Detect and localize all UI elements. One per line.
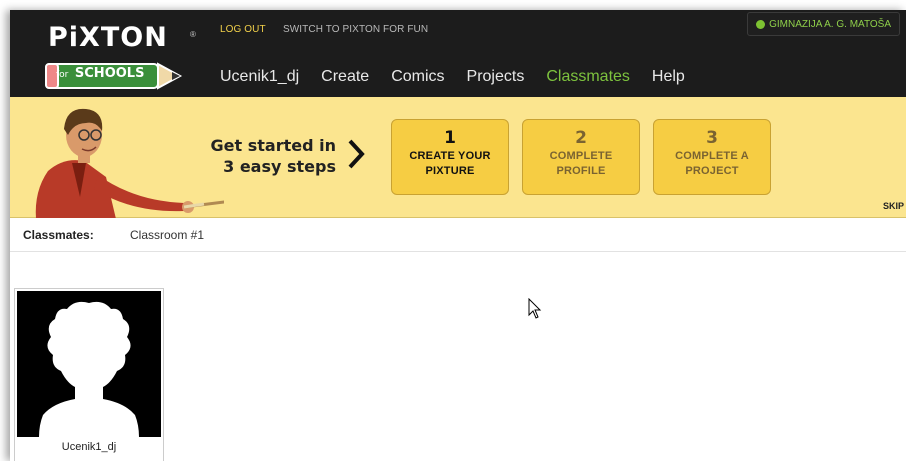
step-create-pixture-button[interactable]: 1 CREATE YOUR PIXTURE (391, 119, 509, 195)
classmates-bar: Classmates: Classroom #1 (10, 218, 906, 252)
mouse-cursor-icon (528, 298, 542, 319)
logo-registered-mark: ® (190, 30, 196, 39)
step-complete-profile-button[interactable]: 2 COMPLETE PROFILE (522, 119, 640, 195)
student-name: Ucenik1_dj (61, 441, 117, 453)
step-label-line2: PROFILE (556, 165, 606, 177)
nav-item-help[interactable]: Help (652, 68, 685, 86)
apple-icon (756, 19, 766, 29)
school-badge[interactable]: GIMNAZIJA A. G. MATOŠA (747, 12, 900, 36)
nav-item-profile[interactable]: Ucenik1_dj (220, 68, 299, 86)
step-number: 3 (706, 128, 718, 148)
default-avatar-silhouette (17, 291, 161, 437)
classroom-link[interactable]: Classroom #1 (130, 228, 204, 242)
nav-item-create[interactable]: Create (321, 68, 369, 86)
step-number: 2 (575, 128, 587, 148)
skip-link[interactable]: SKIP (883, 201, 904, 211)
chevron-right-icon (348, 139, 365, 169)
teacher-illustration (35, 108, 224, 219)
logo-schools-text: SCHOOLS (74, 66, 145, 81)
step-label-line1: COMPLETE (549, 150, 613, 162)
get-started-banner: Get started in 3 easy steps 1 CREATE YOU… (10, 97, 906, 219)
logo-for: for (56, 70, 69, 80)
step-number: 1 (444, 128, 456, 148)
student-card[interactable]: Ucenik1_dj (14, 288, 164, 461)
get-started-heading: Get started in 3 easy steps (196, 135, 336, 177)
nav-item-classmates[interactable]: Classmates (546, 68, 630, 86)
classmates-label: Classmates: (23, 228, 94, 242)
get-started-line2: 3 easy steps (223, 157, 336, 176)
get-started-line1: Get started in (210, 136, 336, 155)
step-label-line1: CREATE YOUR (409, 150, 491, 162)
step-complete-project-button[interactable]: 3 COMPLETE A PROJECT (653, 119, 771, 195)
logout-link[interactable]: LOG OUT (220, 24, 266, 35)
logo-text: PiXTON (48, 22, 168, 53)
school-name: GIMNAZIJA A. G. MATOŠA (769, 18, 891, 30)
step-label-line1: COMPLETE A (675, 150, 749, 162)
main-nav: Ucenik1_dj Create Comics Projects Classm… (220, 68, 707, 86)
pixton-logo[interactable]: PiXTON ® for SCHOOLS (34, 18, 196, 90)
header: PiXTON ® for SCHOOLS LOG OUT SWITCH TO P… (10, 10, 906, 97)
logo-schools: for SCHOOLS (56, 66, 144, 81)
nav-item-projects[interactable]: Projects (467, 68, 525, 86)
nav-item-comics[interactable]: Comics (391, 68, 444, 86)
step-label-line2: PIXTURE (425, 165, 475, 177)
step-label-line2: PROJECT (685, 165, 739, 177)
switch-to-pixton-for-fun-link[interactable]: SWITCH TO PIXTON FOR FUN (283, 24, 428, 35)
classmates-grid: Ucenik1_dj (10, 252, 906, 461)
